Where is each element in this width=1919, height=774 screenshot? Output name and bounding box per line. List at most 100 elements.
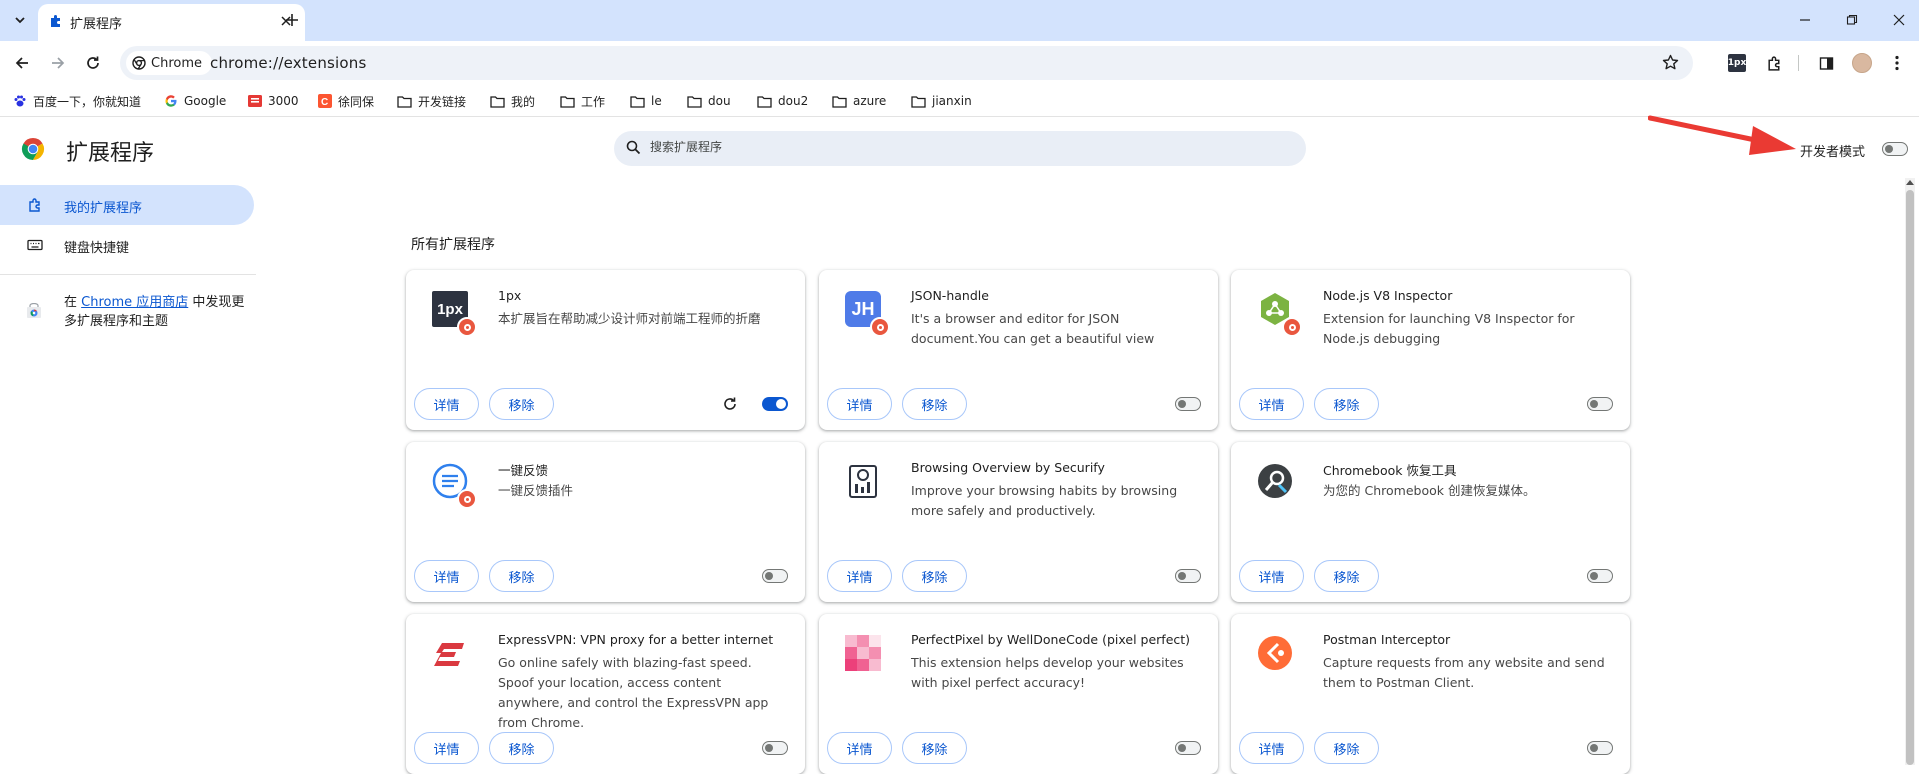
remove-button[interactable]: 移除 (1314, 732, 1379, 764)
bookmark-item[interactable]: 3000 (247, 92, 299, 110)
bookmark-folder[interactable]: le (630, 92, 662, 110)
extension-enable-toggle[interactable] (1175, 397, 1201, 411)
svg-text:C: C (321, 97, 328, 108)
puzzle-icon (48, 13, 64, 29)
more-menu-icon[interactable] (1886, 52, 1908, 74)
csdn-icon: C (317, 94, 332, 109)
scrollbar-thumb[interactable] (1906, 190, 1914, 765)
tab-search-chevron-icon[interactable] (10, 10, 30, 30)
bookmark-folder[interactable]: 我的 (490, 92, 535, 110)
folder-icon (630, 94, 645, 109)
bookmark-item[interactable]: Google (163, 92, 226, 110)
extension-enable-toggle[interactable] (1587, 397, 1613, 411)
details-button[interactable]: 详情 (827, 732, 892, 764)
extension-card: ExpressVPN: VPN proxy for a better inter… (406, 614, 805, 774)
bookmark-star-icon[interactable] (1662, 54, 1679, 71)
ext-1px-label: 1px (1728, 54, 1746, 72)
folder-icon (560, 94, 575, 109)
remove-button[interactable]: 移除 (902, 388, 967, 420)
details-button[interactable]: 详情 (827, 560, 892, 592)
sidebar-item-my-extensions[interactable]: 我的扩展程序 (0, 185, 254, 225)
bookmark-label: 3000 (268, 94, 299, 108)
red-arrow-annotation (1648, 115, 1796, 155)
new-tab-icon[interactable] (282, 10, 302, 30)
details-button[interactable]: 详情 (414, 388, 479, 420)
bookmark-folder[interactable]: dou2 (757, 92, 808, 110)
extension-name: JSON-handle (911, 288, 989, 303)
url-text[interactable]: chrome://extensions (210, 54, 367, 72)
folder-icon (832, 94, 847, 109)
chrome-web-store-link[interactable]: Chrome 应用商店 (81, 295, 188, 310)
developer-mode-label: 开发者模式 (1800, 145, 1866, 160)
scroll-up-arrow-icon[interactable] (1906, 180, 1914, 185)
side-panel-icon[interactable] (1815, 52, 1837, 74)
extension-enable-toggle[interactable] (762, 569, 788, 583)
site-info-chip[interactable]: Chrome (126, 51, 212, 75)
search-icon (626, 140, 641, 155)
forward-arrow-icon[interactable] (46, 51, 70, 75)
extension-enable-toggle[interactable] (1587, 569, 1613, 583)
baidu-icon (12, 94, 27, 109)
minimize-icon[interactable] (1795, 10, 1815, 30)
postman-icon (1257, 635, 1293, 671)
bookmark-item[interactable]: 百度一下，你就知道 (12, 92, 141, 110)
extension-enable-toggle[interactable] (762, 397, 788, 411)
extensions-puzzle-icon[interactable] (1763, 52, 1785, 74)
bookmark-folder[interactable]: 工作 (560, 92, 605, 110)
remove-button[interactable]: 移除 (489, 388, 554, 420)
details-button[interactable]: 详情 (1239, 560, 1304, 592)
active-tab[interactable]: 扩展程序 (38, 4, 305, 41)
details-button[interactable]: 详情 (1239, 732, 1304, 764)
extension-card: Chromebook 恢复工具 为您的 Chromebook 创建恢复媒体。 详… (1231, 442, 1630, 602)
ext-1px-toolbar-icon[interactable]: 1px (1726, 52, 1748, 74)
search-bar[interactable] (614, 131, 1306, 166)
extension-description: 本扩展旨在帮助减少设计师对前端工程师的折磨 (498, 311, 761, 326)
profile-avatar-icon[interactable] (1851, 52, 1873, 74)
remove-button[interactable]: 移除 (1314, 388, 1379, 420)
details-button[interactable]: 详情 (414, 560, 479, 592)
extension-card: 一键反馈 一键反馈插件 详情 移除 (406, 442, 805, 602)
extension-enable-toggle[interactable] (1175, 569, 1201, 583)
bookmark-label: 百度一下，你就知道 (33, 94, 142, 109)
bookmark-folder[interactable]: dou (687, 92, 731, 110)
sidebar-item-keyboard-shortcuts[interactable]: 键盘快捷键 (0, 225, 254, 265)
bookmark-label: Google (184, 94, 227, 108)
extension-card: 1px 1px 本扩展旨在帮助减少设计师对前端工程师的折磨 详情 移除 (406, 270, 805, 430)
details-button[interactable]: 详情 (1239, 388, 1304, 420)
close-window-icon[interactable] (1889, 10, 1909, 30)
folder-icon (757, 94, 772, 109)
reload-icon[interactable] (81, 51, 105, 75)
extension-description: 为您的 Chromebook 创建恢复媒体。 (1323, 483, 1536, 498)
extension-enable-toggle[interactable] (1175, 741, 1201, 755)
bookmark-folder[interactable]: jianxin (911, 92, 972, 110)
extension-enable-toggle[interactable] (762, 741, 788, 755)
bookmark-folder[interactable]: 开发链接 (397, 92, 466, 110)
bookmark-item[interactable]: C 徐同保 (317, 92, 374, 110)
securify-icon (845, 463, 881, 499)
restore-icon[interactable] (1842, 10, 1862, 30)
remove-button[interactable]: 移除 (489, 732, 554, 764)
reload-extension-icon[interactable] (722, 396, 738, 412)
extension-card: PerfectPixel by WellDoneCode (pixel perf… (819, 614, 1218, 774)
store-prefix-text: 在 (64, 295, 82, 310)
address-bar[interactable]: Chrome chrome://extensions (120, 46, 1693, 80)
remove-button[interactable]: 移除 (1314, 560, 1379, 592)
site-chip-label: Chrome (151, 55, 202, 71)
extension-description: This extension helps develop your websit… (911, 655, 1184, 690)
remove-button[interactable]: 移除 (902, 732, 967, 764)
chrome-web-store-icon (26, 303, 42, 319)
bookmark-folder[interactable]: azure (832, 92, 886, 110)
details-button[interactable]: 详情 (827, 388, 892, 420)
extension-name: Browsing Overview by Securify (911, 460, 1105, 475)
bookmark-label: 工作 (581, 94, 606, 109)
bookmark-label: jianxin (932, 94, 972, 108)
back-arrow-icon[interactable] (10, 51, 34, 75)
details-button[interactable]: 详情 (414, 732, 479, 764)
remove-button[interactable]: 移除 (489, 560, 554, 592)
page-scrollbar[interactable] (1905, 178, 1915, 765)
developer-mode-toggle[interactable] (1882, 142, 1908, 156)
search-input[interactable] (648, 139, 1248, 155)
toolbar-divider (1798, 55, 1799, 71)
remove-button[interactable]: 移除 (902, 560, 967, 592)
extension-enable-toggle[interactable] (1587, 741, 1613, 755)
